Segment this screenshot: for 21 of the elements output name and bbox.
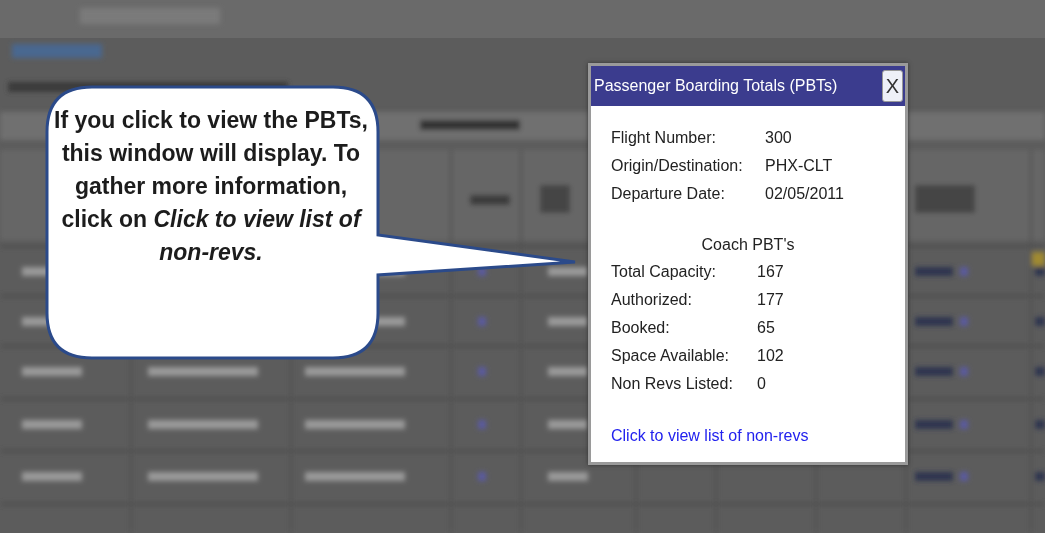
field-label: Origin/Destination:: [611, 156, 744, 175]
field-value: 300: [765, 128, 793, 147]
field-label: Booked:: [611, 318, 671, 337]
field-value: 0: [757, 374, 767, 393]
popup-title: Passenger Boarding Totals (PBTs): [594, 77, 838, 95]
field-value: 177: [757, 290, 785, 309]
close-button[interactable]: X: [881, 70, 903, 102]
field-value: 102: [757, 346, 785, 365]
field-label: Non Revs Listed:: [611, 374, 734, 393]
field-value: 02/05/2011: [765, 184, 845, 203]
callout-text: If you click to view the PBTs, this window will display. To gather more information, click on Click to view list of non-revs.: [53, 106, 369, 267]
field-label: Departure Date:: [611, 184, 726, 203]
field-label: Authorized:: [611, 290, 693, 309]
field-label: Flight Number:: [611, 128, 717, 147]
field-label: Total Capacity:: [611, 262, 717, 281]
field-value: 167: [757, 262, 785, 281]
non-revs-link[interactable]: Click to view list of non-revs: [611, 427, 809, 445]
field-label: Space Available:: [611, 346, 730, 365]
section-title: Coach PBT's: [700, 235, 796, 254]
field-value: PHX-CLT: [765, 156, 834, 175]
field-value: 65: [757, 318, 776, 337]
